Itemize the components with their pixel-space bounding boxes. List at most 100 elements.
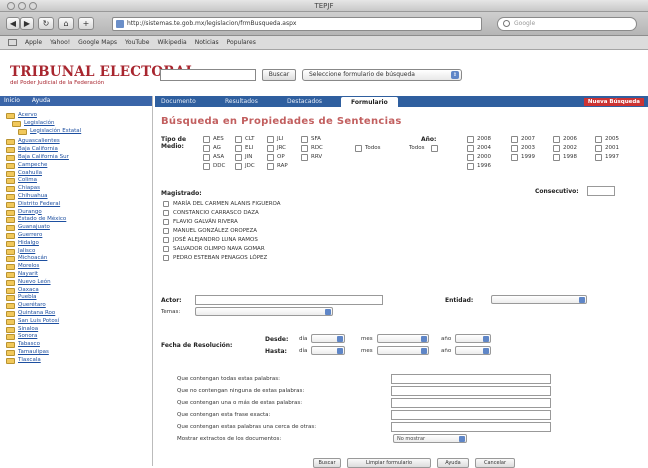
tree-item-state[interactable]: Colima bbox=[6, 177, 152, 185]
tree-item-state[interactable]: Guanajuato bbox=[6, 224, 152, 232]
tab-documento[interactable]: Documento bbox=[161, 96, 196, 107]
address-bar[interactable]: http://sistemas.te.gob.mx/legislacion/fr… bbox=[112, 17, 482, 31]
medio-checkbox[interactable] bbox=[301, 145, 308, 152]
year-checkbox[interactable] bbox=[511, 136, 518, 143]
magistrado-option[interactable]: CONSTANCIO CARRASCO DAZA bbox=[163, 209, 259, 217]
medio-checkbox[interactable] bbox=[267, 163, 274, 170]
medio-checkbox[interactable] bbox=[235, 145, 242, 152]
bookmark-item[interactable]: Yahoo! bbox=[50, 39, 70, 46]
magistrado-checkbox[interactable] bbox=[163, 218, 169, 225]
tree-item-state[interactable]: Baja California Sur bbox=[6, 154, 152, 162]
clear-form-button[interactable]: Limpiar formulario bbox=[347, 458, 431, 468]
bookmark-item[interactable]: Apple bbox=[25, 39, 42, 46]
magistrado-checkbox[interactable] bbox=[163, 254, 169, 261]
site-search-input[interactable] bbox=[160, 69, 256, 81]
medio-checkbox[interactable] bbox=[267, 136, 274, 143]
actor-input[interactable] bbox=[195, 295, 383, 305]
tree-item-state[interactable]: Chihuahua bbox=[6, 193, 152, 201]
browser-search-field[interactable]: Google bbox=[497, 17, 637, 31]
bookmark-item[interactable]: Noticias bbox=[195, 39, 219, 46]
tree-item-state[interactable]: Hidalgo bbox=[6, 240, 152, 248]
entidad-select[interactable] bbox=[491, 295, 587, 304]
tree-item-state[interactable]: Coahuila bbox=[6, 170, 152, 178]
hasta-mes-select[interactable] bbox=[377, 346, 429, 355]
year-checkbox[interactable] bbox=[595, 145, 602, 152]
form-type-select[interactable]: Seleccione formulario de búsqueda ⇕ bbox=[302, 69, 462, 81]
forward-icon[interactable]: ▶ bbox=[20, 17, 34, 30]
magistrado-option[interactable]: MARÍA DEL CARMEN ALANIS FIGUEROA bbox=[163, 200, 281, 208]
tab-inicio[interactable]: Inicio bbox=[4, 97, 20, 104]
desde-anio-select[interactable] bbox=[455, 334, 491, 343]
medio-checkbox[interactable] bbox=[301, 154, 308, 161]
tree-item-state[interactable]: Guerrero bbox=[6, 232, 152, 240]
add-bookmark-icon[interactable]: + bbox=[78, 17, 94, 30]
tree-item-acervo[interactable]: Acervo bbox=[6, 112, 152, 120]
tab-ayuda[interactable]: Ayuda bbox=[32, 97, 51, 104]
tree-item-state[interactable]: Baja California bbox=[6, 146, 152, 154]
text-search-input[interactable] bbox=[391, 374, 551, 384]
tree-item-state[interactable]: Distrito Federal bbox=[6, 201, 152, 209]
tree-item-state[interactable]: Puebla bbox=[6, 294, 152, 302]
tree-item-state[interactable]: Chiapas bbox=[6, 185, 152, 193]
medio-checkbox[interactable] bbox=[235, 163, 242, 170]
year-checkbox[interactable] bbox=[511, 145, 518, 152]
magistrado-option[interactable]: FLAVIO GALVÁN RIVERA bbox=[163, 218, 238, 226]
year-checkbox[interactable] bbox=[553, 136, 560, 143]
desde-mes-select[interactable] bbox=[377, 334, 429, 343]
year-checkbox[interactable] bbox=[511, 154, 518, 161]
medio-checkbox[interactable] bbox=[235, 154, 242, 161]
tree-item-state[interactable]: Querétaro bbox=[6, 302, 152, 310]
tree-item-state[interactable]: Morelos bbox=[6, 263, 152, 271]
bookmark-item[interactable]: Populares bbox=[227, 39, 256, 46]
year-checkbox[interactable] bbox=[553, 145, 560, 152]
bookmark-item[interactable]: Google Maps bbox=[78, 39, 117, 46]
tree-item-state[interactable]: Quintana Roo bbox=[6, 310, 152, 318]
hasta-anio-select[interactable] bbox=[455, 346, 491, 355]
tree-item-legislacion-estatal[interactable]: Legislación Estatal bbox=[18, 128, 152, 136]
medio-checkbox[interactable] bbox=[203, 163, 210, 170]
bookmark-item[interactable]: Wikipedia bbox=[157, 39, 186, 46]
help-button[interactable]: Ayuda bbox=[437, 458, 469, 468]
year-checkbox[interactable] bbox=[467, 163, 474, 170]
tree-item-state[interactable]: Aguascalientes bbox=[6, 138, 152, 146]
magistrado-option[interactable]: PEDRO ESTEBAN PENAGOS LÓPEZ bbox=[163, 254, 267, 262]
tree-item-state[interactable]: Campeche bbox=[6, 162, 152, 170]
text-search-input[interactable] bbox=[391, 422, 551, 432]
medio-checkbox[interactable] bbox=[203, 154, 210, 161]
year-checkbox[interactable] bbox=[553, 154, 560, 161]
home-icon[interactable]: ⌂ bbox=[58, 17, 74, 30]
magistrado-option[interactable]: MANUEL GONZÁLEZ OROPEZA bbox=[163, 227, 257, 235]
magistrado-checkbox[interactable] bbox=[163, 209, 169, 216]
tree-item-legislacion[interactable]: Legislación bbox=[12, 120, 152, 128]
year-checkbox[interactable] bbox=[595, 136, 602, 143]
medio-checkbox[interactable] bbox=[267, 145, 274, 152]
magistrado-option[interactable]: SALVADOR OLIMPO NAVA GOMAR bbox=[163, 245, 265, 253]
medio-checkbox[interactable] bbox=[203, 136, 210, 143]
magistrado-checkbox[interactable] bbox=[163, 227, 169, 234]
text-search-input[interactable] bbox=[391, 410, 551, 420]
tree-item-state[interactable]: Tamaulipas bbox=[6, 349, 152, 357]
tab-resultados[interactable]: Resultados bbox=[225, 96, 258, 107]
site-search-button[interactable]: Buscar bbox=[262, 69, 296, 81]
year-checkbox[interactable] bbox=[467, 136, 474, 143]
cancel-button[interactable]: Cancelar bbox=[475, 458, 515, 468]
medio-checkbox[interactable] bbox=[301, 136, 308, 143]
reload-icon[interactable]: ↻ bbox=[38, 17, 54, 30]
tree-item-state[interactable]: Michoacán bbox=[6, 255, 152, 263]
bookmark-item[interactable]: YouTube bbox=[125, 39, 149, 46]
tree-item-state[interactable]: Estado de México bbox=[6, 216, 152, 224]
magistrado-checkbox[interactable] bbox=[163, 236, 169, 243]
magistrado-option[interactable]: JOSÉ ALEJANDRO LUNA RAMOS bbox=[163, 236, 258, 244]
year-checkbox[interactable] bbox=[467, 154, 474, 161]
tree-item-state[interactable]: Tabasco bbox=[6, 341, 152, 349]
tree-item-state[interactable]: San Luis Potosí bbox=[6, 318, 152, 326]
new-search-button[interactable]: Nueva Búsqueda bbox=[583, 98, 644, 106]
tab-destacados[interactable]: Destacados bbox=[287, 96, 322, 107]
year-checkbox[interactable] bbox=[467, 145, 474, 152]
consecutivo-input[interactable] bbox=[587, 186, 615, 196]
back-icon[interactable]: ◀ bbox=[6, 17, 20, 30]
medio-checkbox[interactable] bbox=[267, 154, 274, 161]
magistrado-checkbox[interactable] bbox=[163, 245, 169, 252]
medio-checkbox[interactable] bbox=[203, 145, 210, 152]
tab-formulario[interactable]: Formulario bbox=[341, 97, 398, 107]
